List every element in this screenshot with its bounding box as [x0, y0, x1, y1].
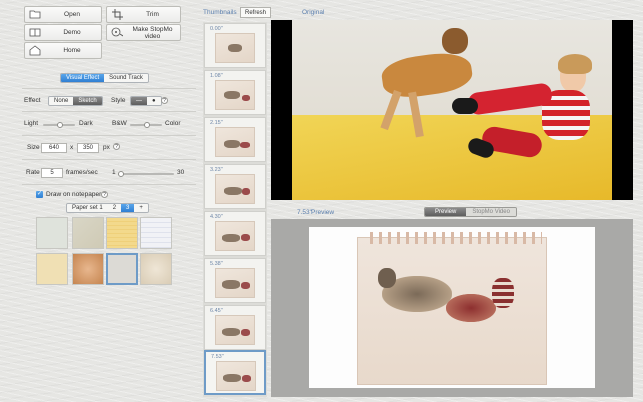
- size-label: Size: [27, 144, 40, 151]
- paper-set-3-option[interactable]: 3: [121, 204, 135, 212]
- px-label: px: [103, 144, 110, 151]
- notepaper-page: [357, 232, 547, 385]
- paper-swatch-selected[interactable]: [106, 253, 138, 285]
- paper-swatch[interactable]: [36, 253, 68, 285]
- home-button[interactable]: Home: [24, 42, 102, 59]
- slider-knob[interactable]: [118, 171, 124, 177]
- preview-mode-selector: Preview StopMo Video: [424, 207, 517, 217]
- sketch-child-shirt: [492, 278, 514, 308]
- preview-time-label: 7.53": [297, 209, 312, 216]
- effect-none-option[interactable]: None: [49, 97, 74, 105]
- crop-icon: [109, 9, 125, 20]
- home-label: Home: [63, 47, 81, 54]
- width-input[interactable]: 640: [41, 143, 67, 153]
- tab-sound-track[interactable]: Sound Track: [104, 74, 148, 82]
- paper-set-2-option[interactable]: 2: [107, 204, 122, 212]
- dark-label: Dark: [79, 120, 93, 127]
- thumbnail-item[interactable]: 1.08": [204, 70, 266, 115]
- thumbnail-item[interactable]: 0.00": [204, 23, 266, 68]
- help-icon[interactable]: ?: [101, 191, 108, 198]
- effect-selector: None Sketch: [48, 96, 103, 106]
- help-icon[interactable]: ?: [161, 97, 168, 104]
- divider: [22, 111, 196, 112]
- slider-knob[interactable]: [57, 122, 63, 128]
- thumbnail-item[interactable]: 6.45": [204, 305, 266, 350]
- help-icon[interactable]: ?: [113, 143, 120, 150]
- rate-min-label: 1: [112, 169, 116, 176]
- light-dark-slider[interactable]: [43, 122, 75, 128]
- divider: [22, 159, 196, 160]
- home-icon: [27, 45, 43, 56]
- effect-label: Effect: [24, 97, 41, 104]
- sketch-child: [446, 294, 496, 322]
- demo-button[interactable]: Demo: [24, 24, 102, 41]
- child-hair: [558, 54, 592, 74]
- divider: [22, 135, 196, 136]
- trim-label: Trim: [146, 11, 159, 18]
- open-button[interactable]: Open: [24, 6, 102, 23]
- paper-swatch[interactable]: [140, 253, 172, 285]
- preview-canvas: [309, 227, 595, 388]
- dog-head: [442, 28, 468, 54]
- style-option-dash[interactable]: —: [131, 97, 147, 105]
- tab-visual-effect[interactable]: Visual Effect: [61, 74, 105, 82]
- book-icon: [27, 28, 43, 37]
- rate-unit-label: frames/sec: [66, 169, 98, 176]
- notepaper-spiral: [364, 232, 542, 244]
- effect-sketch-option[interactable]: Sketch: [73, 97, 102, 105]
- preview-pane[interactable]: [271, 219, 633, 397]
- make-stopmo-video-button[interactable]: Make StopMo video: [106, 24, 181, 41]
- style-selector: — ●: [130, 96, 162, 106]
- color-label: Color: [165, 120, 181, 127]
- add-paper-set-button[interactable]: +: [134, 204, 148, 212]
- style-option-dot[interactable]: ●: [147, 97, 161, 105]
- film-reel-icon: [109, 27, 125, 38]
- paper-swatch[interactable]: [140, 217, 172, 249]
- demo-label: Demo: [63, 29, 81, 36]
- thumbnails-title: Thumbnails: [203, 9, 237, 16]
- tab-preview[interactable]: Preview: [425, 208, 467, 216]
- effect-tabs: Visual Effect Sound Track: [60, 73, 149, 83]
- open-label: Open: [64, 11, 80, 18]
- child-legs: [466, 82, 554, 116]
- height-input[interactable]: 350: [77, 143, 99, 153]
- rate-label: Rate: [26, 169, 40, 176]
- tab-stopmo-video[interactable]: StopMo Video: [466, 208, 516, 216]
- thumbnail-item-selected[interactable]: 7.53": [204, 350, 266, 395]
- black-sock: [452, 98, 478, 114]
- rate-input[interactable]: 5: [41, 168, 63, 178]
- paper-swatch[interactable]: [72, 253, 104, 285]
- notepaper-label: Draw on notepaper: [46, 191, 102, 198]
- thumbnail-item[interactable]: 5.38": [204, 258, 266, 303]
- thumbnail-item[interactable]: 3.23": [204, 164, 266, 209]
- slider-knob[interactable]: [144, 122, 150, 128]
- make-video-label: Make StopMo video: [132, 25, 173, 40]
- rate-max-label: 30: [177, 169, 185, 176]
- thumbnail-item[interactable]: 2.15": [204, 117, 266, 162]
- divider: [22, 184, 196, 185]
- trim-button[interactable]: Trim: [106, 6, 181, 23]
- thumbnail-item[interactable]: 4.30": [204, 211, 266, 256]
- style-label: Style: [111, 97, 126, 104]
- size-x-label: x: [70, 144, 74, 151]
- refresh-button[interactable]: Refresh: [240, 7, 272, 18]
- light-label: Light: [24, 120, 39, 127]
- original-video-view[interactable]: [271, 20, 633, 200]
- paper-swatch[interactable]: [106, 217, 138, 249]
- paper-set-1-option[interactable]: Paper set 1: [67, 204, 108, 212]
- paper-swatch[interactable]: [72, 217, 104, 249]
- paper-set-selector: Paper set 1 2 3 +: [66, 203, 149, 213]
- bw-label: B&W: [112, 120, 127, 127]
- preview-label: Preview: [311, 209, 335, 216]
- paper-swatch[interactable]: [36, 217, 68, 249]
- sketch-dog-head: [378, 268, 396, 288]
- rate-slider[interactable]: [118, 171, 174, 177]
- folder-icon: [27, 10, 43, 19]
- original-video-frame: [292, 20, 612, 200]
- divider: [22, 88, 196, 89]
- bw-color-slider[interactable]: [130, 122, 162, 128]
- thumbnail-strip[interactable]: 0.00" 1.08" 2.15" 3.23" 4.30" 5.38" 6.45…: [203, 22, 267, 397]
- original-label: Original: [302, 9, 325, 16]
- notepaper-checkbox[interactable]: ✓: [36, 191, 43, 198]
